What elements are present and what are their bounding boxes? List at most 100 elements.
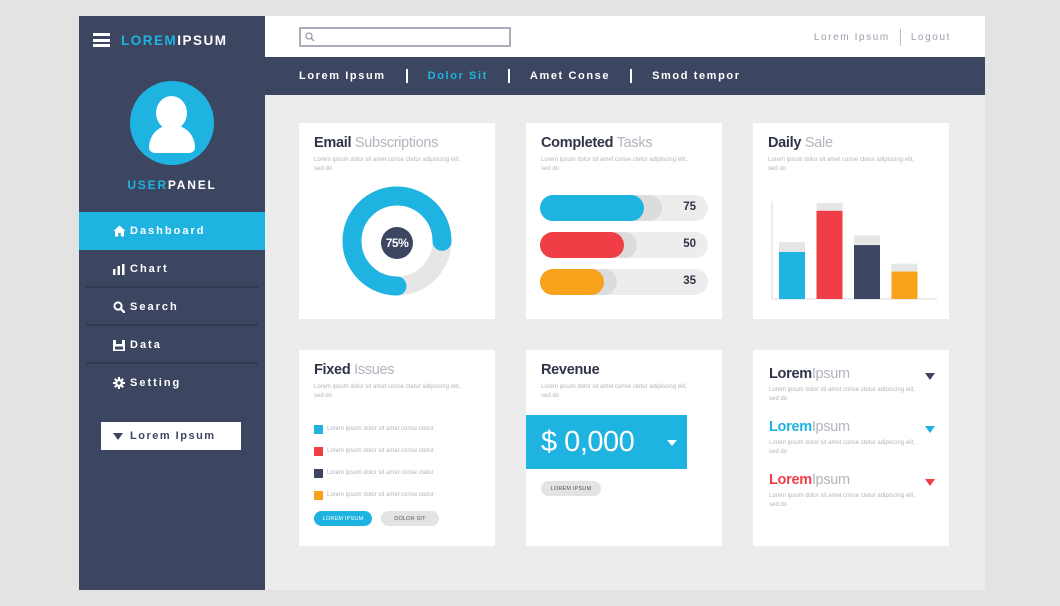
list-item-text: Lorem ipsum dolor sit amet conse ctetur <box>327 448 434 454</box>
dropdown-row[interactable]: LoremIpsum Lorem ipsum dolor sit amet co… <box>769 472 937 509</box>
sidebar-item-dashboard[interactable]: Dashboard <box>79 212 265 250</box>
sidebar-item-label: Search <box>130 301 179 313</box>
sidebar-item-data[interactable]: Data <box>79 326 265 364</box>
lorem-ipsum-card: LoremIpsum Lorem ipsum dolor sit amet co… <box>753 350 949 546</box>
caret-down-icon[interactable] <box>925 426 935 433</box>
gear-icon <box>112 376 126 390</box>
color-swatch <box>314 468 323 478</box>
caret-down-icon <box>113 432 123 440</box>
list-item: Lorem ipsum dolor sit amet conse ctetur <box>314 418 434 440</box>
list-item-text: Lorem ipsum dolor sit amet conse ctetur <box>327 492 434 498</box>
dolor-sit-button[interactable]: DOLOR SIT <box>381 511 439 526</box>
fixed-issues-card: Fixed Issues Lorem ipsum dolor sit amet … <box>299 350 495 546</box>
user-panel-label: USERPANEL <box>79 178 265 192</box>
sidebar-item-label: Chart <box>130 263 169 275</box>
sidebar-dropdown[interactable]: Lorem Ipsum <box>101 422 241 450</box>
bar <box>891 271 918 299</box>
hamburger-menu-icon[interactable] <box>93 33 110 47</box>
brand-logo-part1: LOREM <box>121 32 178 48</box>
progress-bar-fill <box>540 232 624 258</box>
user-panel-label-part1: USER <box>127 178 168 192</box>
list-item: Lorem ipsum dolor sit amet conse ctetur <box>314 440 434 462</box>
menu-item-smod-tempor[interactable]: Smod tempor <box>652 70 741 82</box>
data-icon <box>112 338 126 352</box>
daily-sale-card: Daily Sale Lorem ipsum dolor sit amet co… <box>753 123 949 319</box>
sidebar-item-search[interactable]: Search <box>79 288 265 326</box>
revenue-dropdown[interactable]: $ 0,000 <box>526 415 687 469</box>
dropdown-row-description: Lorem ipsum dolor sit amet conse ctetur … <box>769 440 916 455</box>
progress-bar-value: 35 <box>683 275 696 287</box>
avatar-body <box>149 125 195 153</box>
list-item-text: Lorem ipsum dolor sit amet conse ctetur <box>327 426 434 432</box>
card-title-light: Tasks <box>616 135 653 151</box>
progress-bar-fill <box>540 269 604 295</box>
dropdown-row-title: LoremIpsum <box>769 366 937 382</box>
revenue-lorem-ipsum-button[interactable]: LOREM IPSUM <box>541 481 601 496</box>
dropdown-row-description: Lorem ipsum dolor sit amet conse ctetur … <box>769 493 916 508</box>
brand: LOREMIPSUM <box>93 30 228 50</box>
dropdown-row-description: Lorem ipsum dolor sit amet conse ctetur … <box>769 387 916 402</box>
color-swatch <box>314 424 323 434</box>
caret-down-icon[interactable] <box>925 479 935 486</box>
card-title-light: Sale <box>804 135 833 151</box>
home-icon <box>112 224 126 238</box>
dropdown-row[interactable]: LoremIpsum Lorem ipsum dolor sit amet co… <box>769 366 937 403</box>
search-box[interactable] <box>299 27 511 47</box>
card-title-bold: Fixed <box>314 362 351 378</box>
color-swatch <box>314 490 323 500</box>
search-icon <box>305 32 315 42</box>
progress-bar-value: 50 <box>683 238 696 250</box>
sidebar-item-setting[interactable]: Setting <box>79 364 265 402</box>
email-subscriptions-card: Email Subscriptions Lorem ipsum dolor si… <box>299 123 495 319</box>
card-title-bold: Revenue <box>541 362 600 378</box>
caret-down-icon <box>667 440 677 446</box>
card-description: Lorem ipsum dolor sit amet conse ctetur … <box>541 157 688 172</box>
card-title: Fixed Issues <box>314 362 395 378</box>
dropdown-row-title-light: Ipsum <box>811 366 850 382</box>
lorem-ipsum-button[interactable]: LOREM IPSUM <box>314 511 372 526</box>
dropdown-row-title: LoremIpsum <box>769 472 937 488</box>
list-item-text: Lorem ipsum dolor sit amet conse ctetur <box>327 470 434 476</box>
revenue-card: Revenue Lorem ipsum dolor sit amet conse… <box>526 350 722 546</box>
sidebar-dropdown-label: Lorem Ipsum <box>130 430 216 442</box>
brand-logo: LOREMIPSUM <box>121 33 228 48</box>
caret-down-icon[interactable] <box>925 373 935 380</box>
issues-list: Lorem ipsum dolor sit amet conse ctetur … <box>314 418 434 506</box>
donut-percent-label: 75% <box>381 227 413 259</box>
card-description: Lorem ipsum dolor sit amet conse ctetur … <box>541 384 688 399</box>
card-description: Lorem ipsum dolor sit amet conse ctetur … <box>314 157 461 172</box>
search-input[interactable] <box>319 30 505 44</box>
card-title: Completed Tasks <box>541 135 653 151</box>
dropdown-row-title: LoremIpsum <box>769 419 937 435</box>
card-description: Lorem ipsum dolor sit amet conse ctetur … <box>768 157 915 172</box>
revenue-value: $ 0,000 <box>541 425 635 458</box>
sidebar-item-chart[interactable]: Chart <box>79 250 265 288</box>
sidebar-item-label: Dashboard <box>130 225 206 237</box>
menu-item-dolor-sit[interactable]: Dolor Sit <box>428 70 488 82</box>
sidebar-nav: Dashboard Chart Search Data Setting <box>79 212 265 402</box>
progress-bar: 75 <box>540 195 708 221</box>
card-title: Revenue <box>541 362 600 378</box>
sidebar-item-label: Setting <box>130 377 182 389</box>
bar <box>854 245 880 299</box>
progress-bar: 35 <box>540 269 708 295</box>
top-links: Lorem Ipsum Logout <box>814 29 951 46</box>
card-title-bold: Email <box>314 135 352 151</box>
progress-bar-value: 75 <box>683 201 696 213</box>
completed-tasks-card: Completed Tasks Lorem ipsum dolor sit am… <box>526 123 722 319</box>
user-panel-label-part2: PANEL <box>167 178 217 192</box>
search-icon <box>112 300 126 314</box>
menu-item-amet-conse[interactable]: Amet Conse <box>530 70 610 82</box>
bar-chart <box>771 201 937 300</box>
list-item: Lorem ipsum dolor sit amet conse ctetur <box>314 462 434 484</box>
top-link-lorem-ipsum[interactable]: Lorem Ipsum <box>814 32 890 43</box>
dropdown-row-title-bold: Lorem <box>769 366 812 382</box>
logout-link[interactable]: Logout <box>911 32 951 43</box>
card-title-light: Issues <box>354 362 395 378</box>
app-window: LOREMIPSUM USERPANEL Dashboard Chart Sea… <box>79 16 985 590</box>
brand-logo-part2: IPSUM <box>177 32 228 48</box>
progress-bar-fill <box>540 195 645 221</box>
avatar[interactable] <box>130 81 214 165</box>
dropdown-row[interactable]: LoremIpsum Lorem ipsum dolor sit amet co… <box>769 419 937 456</box>
menu-item-lorem-ipsum[interactable]: Lorem Ipsum <box>299 70 386 82</box>
